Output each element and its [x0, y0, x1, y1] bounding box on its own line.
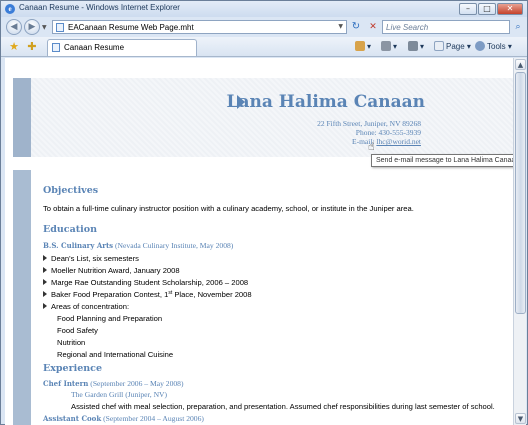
edu-item-text-end: Place, November 2008 [172, 290, 252, 299]
education-heading: Education [43, 224, 97, 235]
tab-label: Canaan Resume [64, 43, 125, 52]
bullet-icon [43, 303, 47, 309]
close-button[interactable]: ✕ [497, 3, 523, 15]
recent-pages-dropdown-icon[interactable]: ▼ [42, 24, 47, 31]
address-row: ◀ ▶ ▼ EACanaan Resume Web Page.mht ▼ ↻ ✕… [1, 17, 527, 37]
window-title: Canaan Resume - Windows Internet Explore… [19, 3, 180, 12]
edu-item: Marge Rae Outstanding Student Scholarshi… [43, 278, 248, 287]
browser-window: e Canaan Resume - Windows Internet Explo… [0, 0, 528, 425]
maximize-button[interactable]: □ [478, 3, 496, 15]
refresh-icon[interactable]: ↻ [348, 20, 364, 34]
concentration-item: Regional and International Cuisine [57, 350, 174, 359]
scroll-thumb[interactable] [515, 72, 526, 314]
address-dropdown-icon[interactable]: ▼ [338, 23, 343, 30]
forward-button[interactable]: ▶ [24, 19, 40, 35]
stop-icon[interactable]: ✕ [365, 20, 381, 34]
minimize-button[interactable]: – [459, 3, 477, 15]
edu-item: Areas of concentration: [43, 302, 129, 311]
experience-heading: Experience [43, 363, 102, 374]
phone-label: Phone: [355, 128, 377, 137]
tab-canaan-resume[interactable]: Canaan Resume [47, 39, 197, 56]
title-bar: e Canaan Resume - Windows Internet Explo… [1, 1, 527, 17]
edu-item-text: Moeller Nutrition Award, January 2008 [51, 266, 180, 275]
edu-item: Dean's List, six semesters [43, 254, 139, 263]
job1-description: Assisted chef with meal selection, prepa… [71, 402, 495, 411]
edu-item-text: Marge Rae Outstanding Student Scholarshi… [51, 278, 249, 287]
feeds-icon[interactable]: ▾ [381, 40, 397, 54]
job1-title: Chef Intern [43, 379, 89, 388]
degree-line: B.S. Culinary Arts (Nevada Culinary Inst… [43, 241, 233, 250]
edu-item: Moeller Nutrition Award, January 2008 [43, 266, 180, 275]
contact-address: 22 Fifth Street, Juniper, NV 89268 [317, 119, 421, 128]
header-accent-bar [13, 78, 31, 157]
scroll-down-icon[interactable]: ▼ [515, 413, 526, 424]
job2-title: Assistant Cook [43, 414, 102, 423]
search-icon[interactable]: ⌕ [511, 20, 525, 34]
hand-cursor-icon: ☝ [368, 140, 375, 153]
objective-text: To obtain a full-time culinary instructo… [43, 204, 414, 213]
page-content[interactable]: Lana Halima Canaan 22 Fifth Street, Juni… [5, 58, 513, 425]
page-menu-button[interactable]: Page ▾ [434, 40, 471, 54]
email-tooltip: Send e-mail message to Lana Halima Canaa… [371, 154, 513, 167]
tools-menu-label: Tools [487, 42, 506, 51]
command-bar: ★ ✚ Canaan Resume ▾ ▾ ▾ Page ▾ Tools ▾ [1, 37, 527, 57]
edu-item-text: Baker Food Preparation Contest, 1 [51, 290, 169, 299]
page-menu-label: Page [446, 42, 465, 51]
add-favorite-icon[interactable]: ✚ [25, 40, 39, 54]
job1-line: Chef Intern (September 2006 – May 2008) [43, 379, 184, 388]
job2-dates: (September 2004 – August 2006) [101, 414, 204, 423]
contact-email: E-mail: lhc@worid.net [352, 137, 421, 146]
bullet-icon [43, 291, 47, 297]
edu-item-text: Dean's List, six semesters [51, 254, 139, 263]
bullet-icon [43, 267, 47, 273]
concentration-item: Nutrition [57, 338, 86, 347]
edu-item: Baker Food Preparation Contest, 1st Plac… [43, 290, 252, 299]
concentration-item: Food Safety [57, 326, 98, 335]
bullet-icon [43, 279, 47, 285]
concentration-item: Food Planning and Preparation [57, 314, 163, 323]
ie-logo-icon: e [5, 4, 15, 14]
window-controls: – □ ✕ [459, 3, 523, 15]
bullet-icon [43, 255, 47, 261]
resume-header [13, 78, 513, 157]
resume-name: Lana Halima Canaan [226, 92, 425, 112]
scroll-up-icon[interactable]: ▲ [515, 59, 526, 70]
favorites-star-icon[interactable]: ★ [7, 40, 21, 54]
job1-employer: The Garden Grill (Juniper, NV) [71, 390, 168, 399]
email-link[interactable]: lhc@worid.net [376, 137, 421, 146]
tools-menu-button[interactable]: Tools ▾ [475, 40, 512, 54]
phone-value: 430-555-3939 [378, 128, 422, 137]
back-button[interactable]: ◀ [6, 19, 22, 35]
degree-title: B.S. Culinary Arts [43, 241, 114, 250]
objectives-heading: Objectives [43, 185, 99, 196]
page-icon [52, 43, 60, 52]
search-input[interactable]: Live Search [382, 20, 510, 34]
degree-detail: (Nevada Culinary Institute, May 2008) [113, 241, 234, 250]
address-bar[interactable]: EACanaan Resume Web Page.mht ▼ [52, 20, 347, 34]
home-icon[interactable]: ▾ [355, 40, 371, 54]
print-icon[interactable]: ▾ [408, 40, 424, 54]
contact-phone: Phone: 430-555-3939 [356, 128, 421, 137]
job1-dates: (September 2006 – May 2008) [88, 379, 184, 388]
body-accent-bar [13, 170, 31, 425]
vertical-scrollbar[interactable]: ▲ ▼ [513, 58, 526, 425]
page-icon [56, 23, 64, 32]
edu-item-text: Areas of concentration: [51, 302, 130, 311]
address-input[interactable]: EACanaan Resume Web Page.mht [68, 23, 194, 32]
search-placeholder: Live Search [386, 23, 429, 32]
job2-line: Assistant Cook (September 2004 – August … [43, 414, 204, 423]
